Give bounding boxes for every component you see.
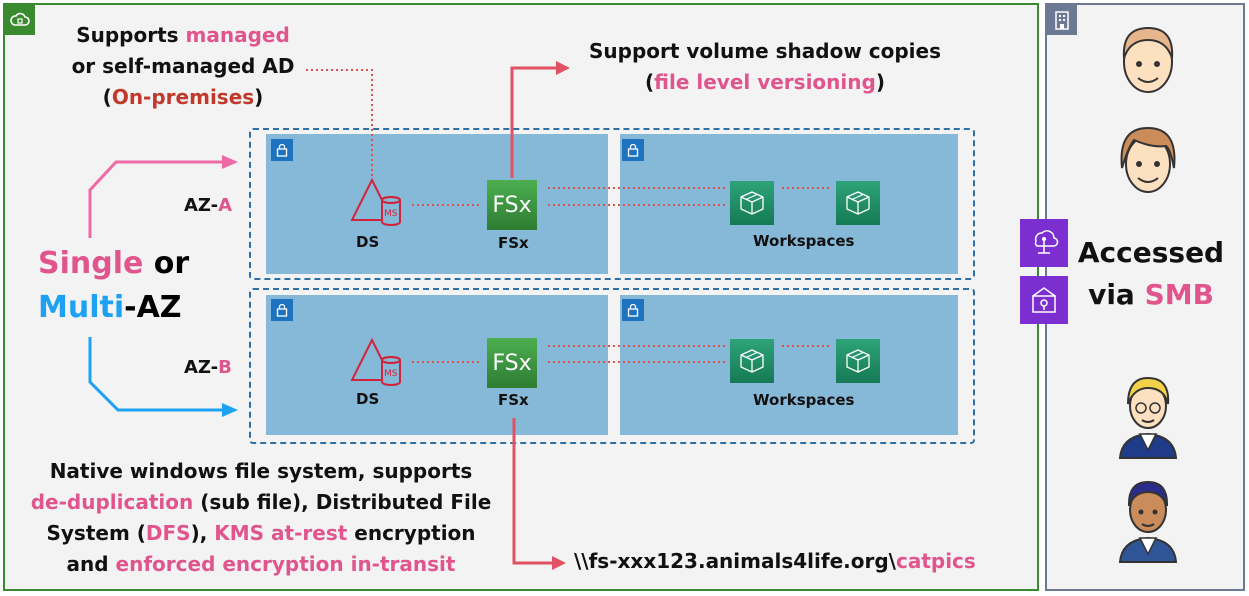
share-name-highlight: catpics bbox=[895, 549, 976, 573]
kms-highlight: KMS at-rest bbox=[214, 521, 348, 545]
ms-label: MS bbox=[384, 209, 398, 219]
ds-label: DS bbox=[356, 233, 380, 251]
encryption-highlight: enforced encryption in-transit bbox=[115, 552, 456, 576]
single-highlight: Single bbox=[38, 246, 144, 281]
az-text: -AZ bbox=[124, 290, 182, 325]
features-text: encryption bbox=[347, 521, 476, 545]
workspaces-icon bbox=[836, 181, 880, 225]
access-note: Accessed via SMB bbox=[1076, 232, 1226, 316]
paren: ) bbox=[875, 70, 885, 94]
vpn-gateway-icon bbox=[1020, 276, 1068, 324]
dfs-highlight: DFS bbox=[145, 521, 191, 545]
ad-note: Supports managed or self-managed AD (On-… bbox=[0, 20, 366, 113]
features-text: and bbox=[66, 552, 116, 576]
workspaces-icon bbox=[836, 339, 880, 383]
dedup-highlight: de-duplication bbox=[30, 490, 194, 514]
workspaces-label: Workspaces bbox=[753, 391, 855, 409]
deployment-label: Single or Multi-AZ bbox=[38, 242, 189, 330]
shadow-note-text: Support volume shadow copies bbox=[588, 39, 941, 63]
client-vpn-icon bbox=[1020, 219, 1068, 267]
az-letter: A bbox=[218, 195, 233, 216]
on-premises-highlight: On-premises bbox=[111, 85, 255, 109]
ad-note-highlight: managed bbox=[185, 23, 290, 47]
fsx-label: FSx bbox=[498, 234, 529, 252]
workspaces-label: Workspaces bbox=[753, 232, 855, 250]
features-text: ), bbox=[190, 521, 215, 545]
paren: ) bbox=[254, 85, 264, 109]
user-avatar bbox=[1108, 370, 1188, 460]
directory-service-icon: MS bbox=[348, 177, 410, 230]
fsx-label: FSx bbox=[498, 391, 529, 409]
az-b-label: AZ-B bbox=[184, 352, 232, 383]
az-prefix: AZ- bbox=[184, 357, 219, 378]
features-note: Native windows file system, supports de-… bbox=[14, 456, 508, 580]
ds-label: DS bbox=[356, 390, 380, 408]
ms-label: MS bbox=[384, 369, 398, 379]
smb-highlight: SMB bbox=[1144, 278, 1214, 311]
paren: ( bbox=[102, 85, 112, 109]
versioning-highlight: file level versioning bbox=[654, 70, 876, 94]
share-path: \\fs-xxx123.animals4life.org\catpics bbox=[574, 546, 976, 577]
shadow-copies-note: Support volume shadow copies (file level… bbox=[575, 36, 955, 98]
or-text: or bbox=[143, 246, 190, 281]
az-letter: B bbox=[218, 357, 232, 378]
az-prefix: AZ- bbox=[184, 195, 219, 216]
user-avatar bbox=[1108, 474, 1188, 564]
workspaces-icon bbox=[730, 181, 774, 225]
features-text: (sub file), Distributed File bbox=[193, 490, 492, 514]
az-a-label: AZ-A bbox=[184, 190, 232, 221]
user-avatar bbox=[1108, 118, 1188, 208]
access-text: Accessed bbox=[1077, 236, 1225, 269]
fsx-icon: FSx bbox=[487, 180, 537, 230]
multi-highlight: Multi bbox=[38, 290, 125, 325]
features-text: System ( bbox=[46, 521, 146, 545]
ad-note-text: Supports bbox=[76, 23, 186, 47]
workspaces-icon bbox=[730, 339, 774, 383]
share-path-prefix: \\fs-xxx123.animals4life.org\ bbox=[574, 549, 896, 573]
paren: ( bbox=[645, 70, 655, 94]
features-text: Native windows file system, supports bbox=[49, 459, 473, 483]
ad-note-text: or self-managed AD bbox=[71, 54, 295, 78]
fsx-icon: FSx bbox=[487, 338, 537, 388]
directory-service-icon: MS bbox=[348, 337, 410, 390]
access-text: via bbox=[1088, 278, 1145, 311]
user-avatar bbox=[1108, 18, 1188, 108]
